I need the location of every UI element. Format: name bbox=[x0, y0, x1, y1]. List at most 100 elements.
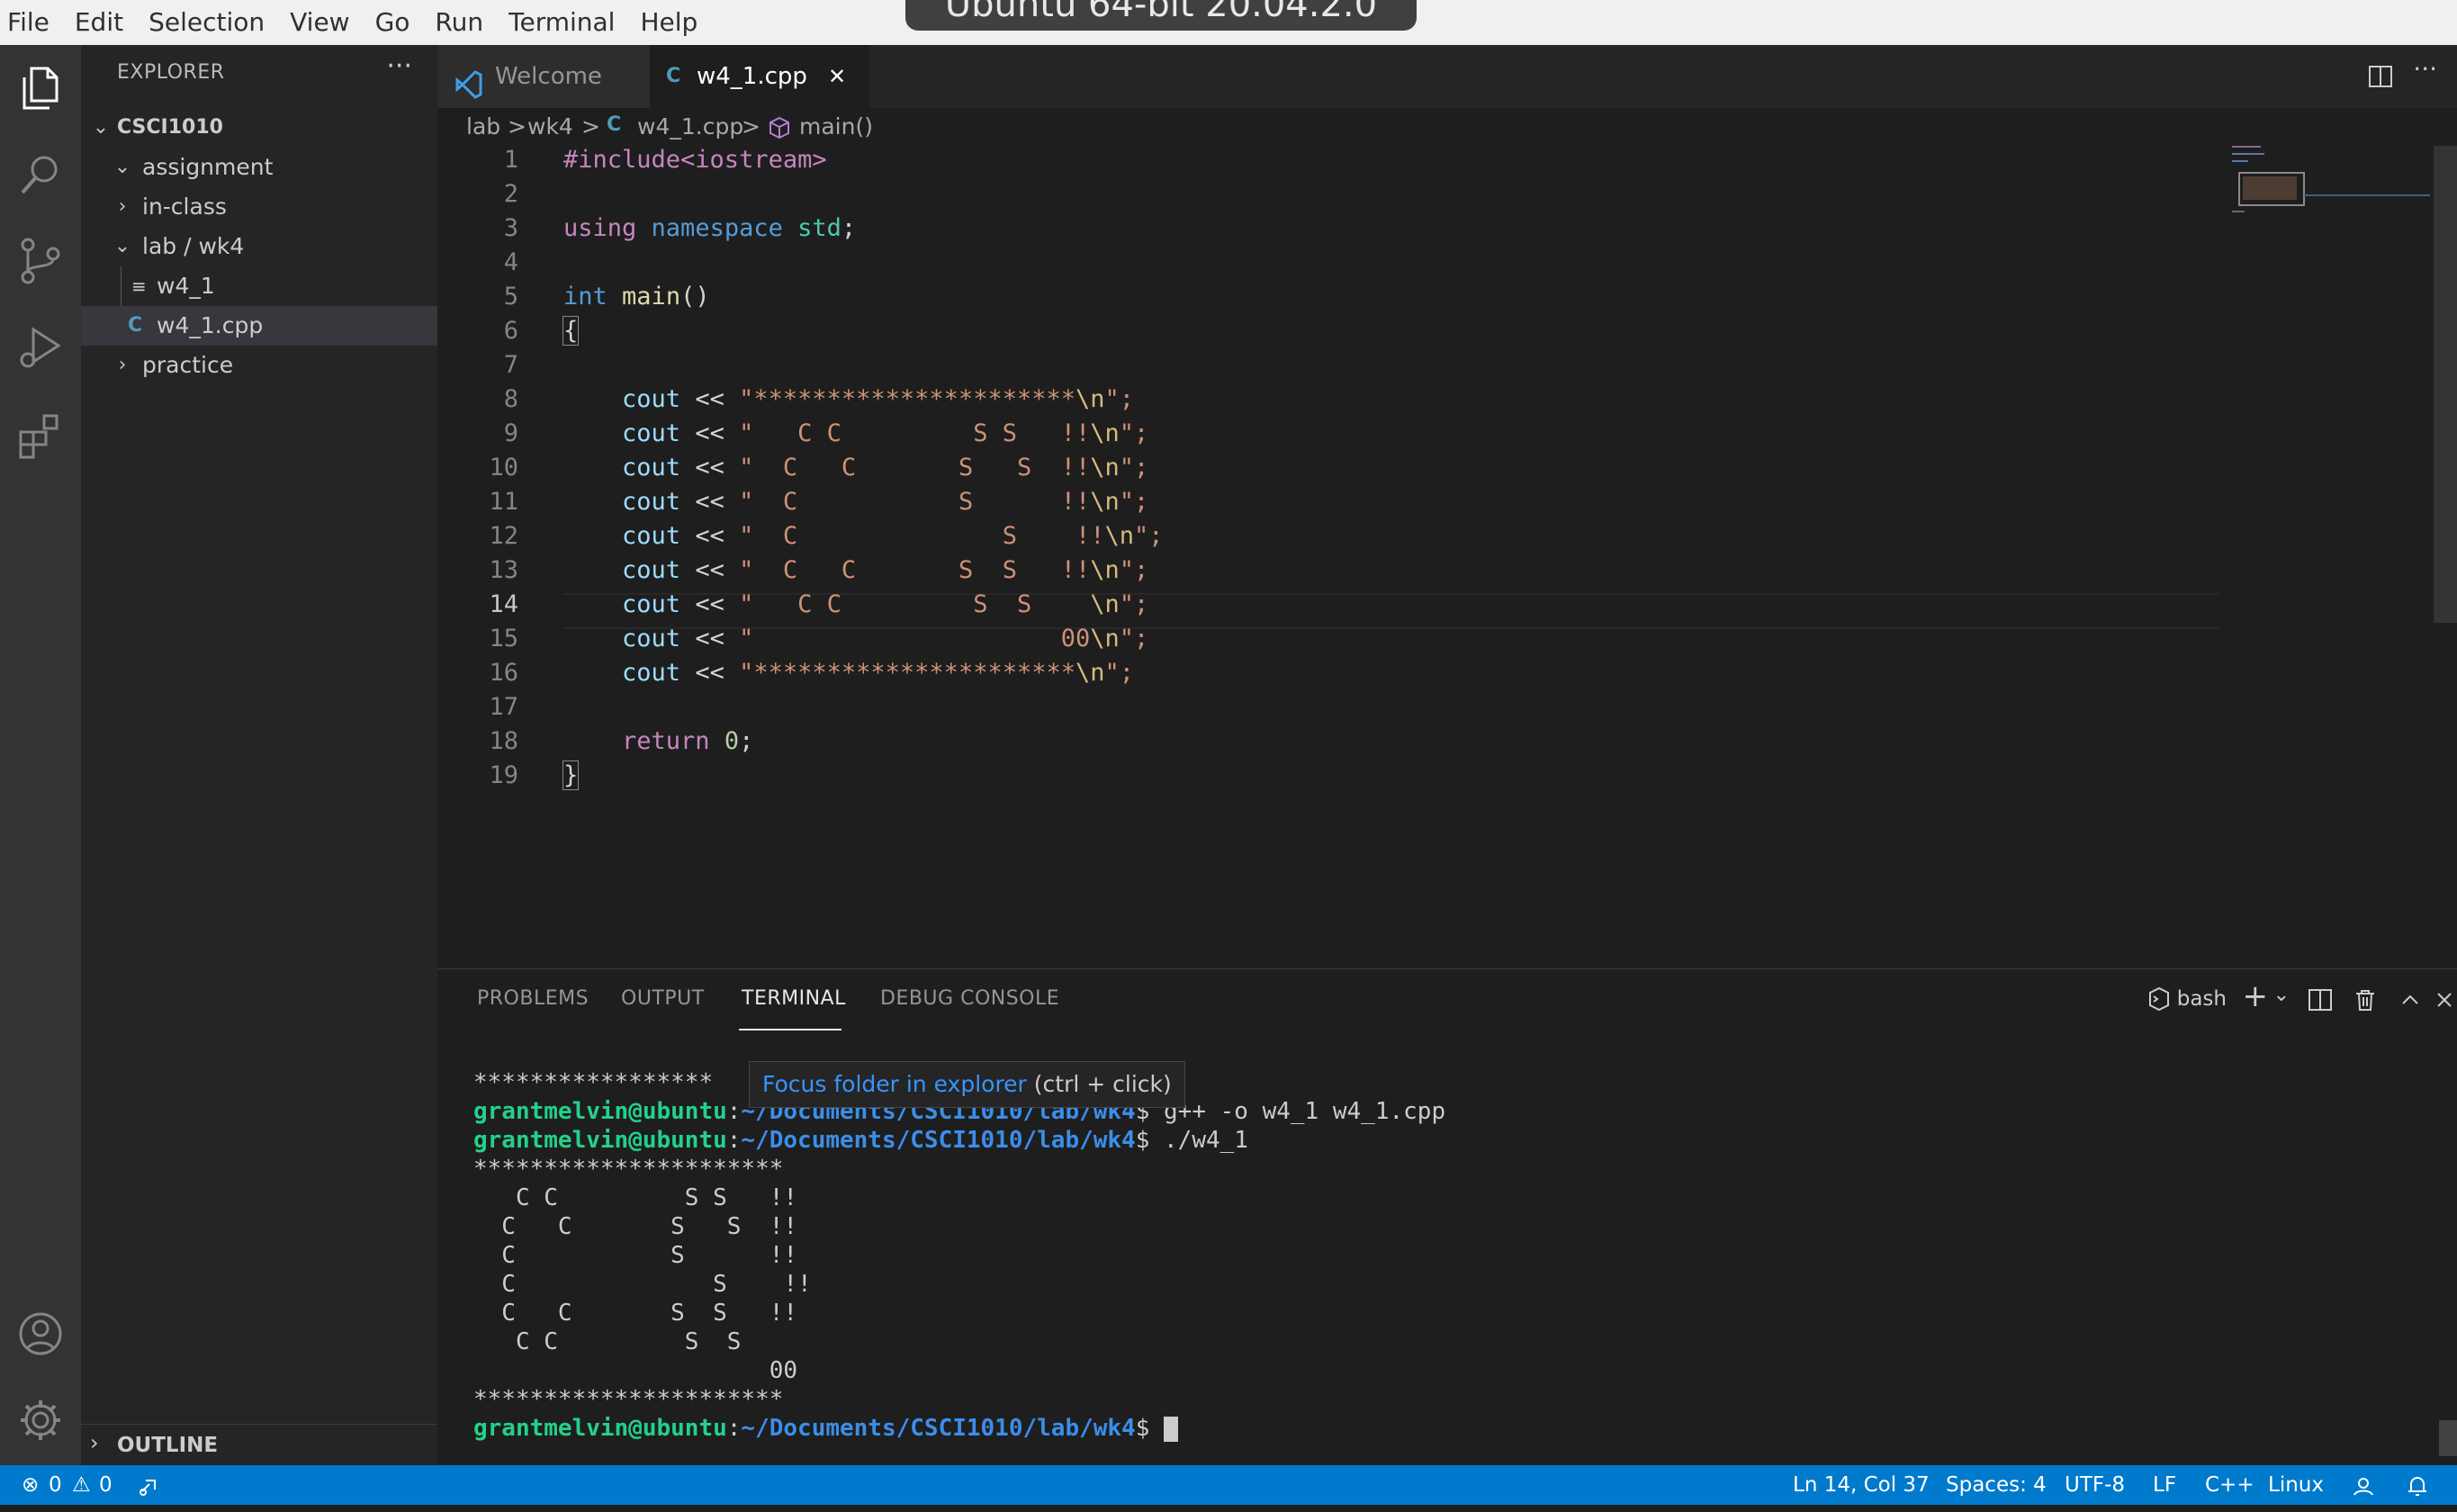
string-end: "; bbox=[1119, 419, 1149, 447]
encoding[interactable]: UTF-8 bbox=[2065, 1465, 2125, 1505]
close-panel-icon[interactable] bbox=[2432, 987, 2457, 1012]
run-debug-icon[interactable] bbox=[12, 319, 69, 376]
string-literal: " C C S S !! bbox=[739, 454, 1091, 482]
code-line: using namespace std; bbox=[563, 214, 856, 242]
language-mode[interactable]: C++ bbox=[2205, 1465, 2254, 1505]
terminal-line: 00 bbox=[473, 1357, 798, 1384]
feedback-icon[interactable] bbox=[2351, 1472, 2376, 1498]
menu-terminal[interactable]: Terminal bbox=[496, 0, 627, 45]
chevron-right-icon: › bbox=[118, 195, 127, 218]
explorer-icon[interactable] bbox=[12, 59, 69, 117]
tree-folder-lab-wk4[interactable]: ⌄ lab / wk4 bbox=[81, 227, 437, 266]
live-share-icon[interactable] bbox=[137, 1472, 162, 1498]
breadcrumb-lab[interactable]: lab bbox=[466, 113, 500, 140]
tree-item-label: w4_1.cpp bbox=[157, 312, 264, 338]
more-actions-icon[interactable]: ··· bbox=[2413, 54, 2437, 84]
tooltip: Focus folder in explorer (ctrl + click) bbox=[749, 1061, 1185, 1108]
editor-scrollbar[interactable] bbox=[2434, 146, 2457, 623]
escape-sequence: \n bbox=[1090, 556, 1120, 584]
line-number: 4 bbox=[503, 248, 518, 276]
chevron-down-icon[interactable]: ⌄ bbox=[2273, 984, 2290, 1006]
line-number-active: 14 bbox=[489, 590, 518, 618]
prompt-path[interactable]: ~/Documents/CSCI1010/lab/wk4 bbox=[741, 1415, 1135, 1442]
outline-section[interactable]: › OUTLINE bbox=[81, 1424, 437, 1466]
menu-run[interactable]: Run bbox=[422, 0, 496, 45]
search-icon[interactable] bbox=[12, 146, 69, 203]
terminal-scrollbar[interactable] bbox=[2439, 1420, 2457, 1456]
error-icon[interactable]: ⊗ bbox=[22, 1465, 39, 1505]
menu-edit[interactable]: Edit bbox=[62, 0, 136, 45]
tree-file-w4-1-cpp[interactable]: C w4_1.cpp bbox=[81, 306, 437, 346]
split-editor-icon[interactable] bbox=[2367, 63, 2394, 90]
extensions-icon[interactable] bbox=[12, 405, 69, 463]
menu-selection[interactable]: Selection bbox=[136, 0, 277, 45]
string-end: "; bbox=[1134, 522, 1164, 550]
cout: cout bbox=[622, 522, 681, 550]
tab-debug-console[interactable]: DEBUG CONSOLE bbox=[880, 987, 1059, 1010]
line-number: 5 bbox=[503, 283, 518, 310]
chevron-down-icon: ⌄ bbox=[113, 235, 131, 257]
maximize-panel-icon[interactable] bbox=[2398, 987, 2423, 1012]
account-icon[interactable] bbox=[12, 1305, 69, 1363]
bell-icon[interactable] bbox=[2405, 1472, 2430, 1498]
line-number: 10 bbox=[489, 454, 518, 482]
breadcrumb-separator: > bbox=[581, 113, 600, 140]
editor-tab-bar: Welcome C w4_1.cpp ✕ ··· bbox=[437, 45, 2457, 108]
code-line: cout << " C S !!\n"; bbox=[563, 522, 1164, 550]
minimap[interactable] bbox=[2232, 144, 2430, 234]
open-brace: { bbox=[562, 316, 580, 346]
menu-go[interactable]: Go bbox=[363, 0, 423, 45]
breadcrumb-wk4[interactable]: wk4 bbox=[527, 113, 573, 140]
tab-terminal[interactable]: TERMINAL bbox=[742, 987, 846, 1010]
settings-gear-icon[interactable] bbox=[12, 1391, 69, 1449]
menu-help[interactable]: Help bbox=[627, 0, 710, 45]
semicolon: ; bbox=[841, 214, 857, 242]
tree-root-folder[interactable]: ⌄ CSCI1010 bbox=[81, 108, 437, 148]
platform[interactable]: Linux bbox=[2268, 1465, 2324, 1505]
prompt-colon: : bbox=[726, 1415, 742, 1442]
string-literal: " 00 bbox=[739, 625, 1091, 652]
string-literal: " C S !! bbox=[739, 522, 1105, 550]
cpp-file-icon: C bbox=[666, 65, 681, 87]
cpp-file-icon: C bbox=[128, 314, 143, 337]
breadcrumb-separator: > bbox=[508, 113, 526, 140]
close-icon[interactable]: ✕ bbox=[828, 45, 846, 108]
cursor-position[interactable]: Ln 14, Col 37 bbox=[1793, 1465, 1930, 1505]
tree-folder-in-class[interactable]: › in-class bbox=[81, 187, 437, 227]
tree-folder-practice[interactable]: › practice bbox=[81, 346, 437, 385]
code-line: cout << " 00\n"; bbox=[563, 625, 1148, 652]
warning-icon[interactable]: ⚠ bbox=[72, 1465, 91, 1505]
source-control-icon[interactable] bbox=[12, 232, 69, 290]
menu-file[interactable]: File bbox=[0, 0, 62, 45]
menu-view[interactable]: View bbox=[277, 0, 362, 45]
error-count[interactable]: 0 bbox=[49, 1465, 62, 1505]
prompt-path[interactable]: ~/Documents/CSCI1010/lab/wk4 bbox=[741, 1127, 1135, 1154]
tab-problems[interactable]: PROBLEMS bbox=[477, 987, 589, 1010]
explorer-title: EXPLORER bbox=[117, 61, 225, 84]
warning-count[interactable]: 0 bbox=[99, 1465, 112, 1505]
tree-file-w4-1[interactable]: ≡ w4_1 bbox=[81, 266, 437, 306]
type-int: int bbox=[563, 283, 608, 310]
breadcrumb-symbol[interactable]: main() bbox=[799, 113, 873, 140]
end-of-line[interactable]: LF bbox=[2153, 1465, 2176, 1505]
tooltip-link[interactable]: Focus folder in explorer bbox=[762, 1071, 1027, 1097]
operator: << bbox=[695, 522, 724, 550]
tab-welcome[interactable]: Welcome bbox=[437, 45, 650, 108]
explorer-more-actions-icon[interactable]: ··· bbox=[386, 50, 412, 82]
tab-output[interactable]: OUTPUT bbox=[621, 987, 705, 1010]
tree-folder-assignment[interactable]: ⌄ assignment bbox=[81, 148, 437, 187]
line-number: 13 bbox=[489, 556, 518, 584]
operator: << bbox=[695, 488, 724, 516]
code-line: } bbox=[562, 760, 580, 790]
tab-w4-1-cpp[interactable]: C w4_1.cpp ✕ bbox=[650, 45, 869, 108]
terminal-shell-label[interactable]: bash bbox=[2177, 987, 2227, 1011]
line-number: 17 bbox=[489, 693, 518, 721]
new-terminal-icon[interactable]: + bbox=[2243, 978, 2269, 1014]
trash-icon[interactable] bbox=[2353, 987, 2378, 1012]
split-terminal-icon[interactable] bbox=[2308, 987, 2333, 1012]
line-number: 12 bbox=[489, 522, 518, 550]
indentation[interactable]: Spaces: 4 bbox=[1946, 1465, 2047, 1505]
string-end: "; bbox=[1119, 488, 1149, 516]
code-editor[interactable]: 1 2 3 4 5 6 7 8 9 10 11 12 13 14 15 16 1… bbox=[437, 146, 2457, 968]
breadcrumb-file[interactable]: w4_1.cpp bbox=[637, 113, 743, 140]
